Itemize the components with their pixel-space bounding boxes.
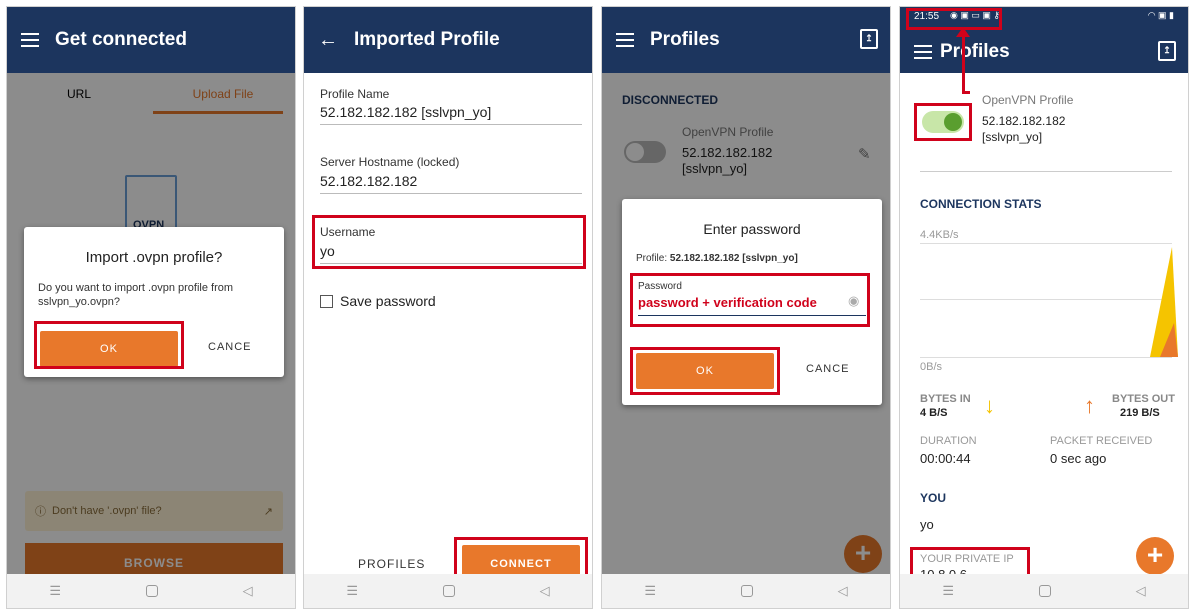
- packet-value: 0 sec ago: [1050, 451, 1107, 466]
- dialog-title: Import .ovpn profile?: [85, 249, 223, 266]
- rate-max-label: 4.4KB/s: [920, 229, 959, 241]
- highlight-ok: [34, 321, 184, 369]
- back-icon[interactable]: ◁: [243, 583, 253, 599]
- system-nav-bar: ☰ ◁: [900, 574, 1188, 608]
- signal-icons: ◠ ▣ ▮: [1147, 10, 1174, 20]
- recents-icon[interactable]: ☰: [346, 583, 358, 599]
- highlight-toggle: [914, 103, 972, 141]
- app-bar: ← Imported Profile: [304, 7, 592, 73]
- page-title: Profiles: [650, 29, 720, 50]
- profiles-button[interactable]: PROFILES: [358, 557, 425, 571]
- back-icon[interactable]: ◁: [838, 583, 848, 599]
- hostname-label: Server Hostname (locked): [320, 155, 460, 169]
- profile-name-label: Profile Name: [320, 87, 390, 101]
- bytes-in-label: BYTES IN: [920, 393, 971, 405]
- arrow-up-icon: ↑: [1084, 393, 1095, 418]
- save-password-checkbox[interactable]: [320, 295, 333, 308]
- back-arrow-icon[interactable]: ←: [318, 29, 338, 52]
- rate-min-label: 0B/s: [920, 361, 943, 373]
- page-title: Get connected: [55, 29, 187, 50]
- home-icon[interactable]: [145, 585, 158, 597]
- packet-label: PACKET RECEIVED: [1050, 435, 1153, 447]
- recents-icon[interactable]: ☰: [49, 583, 61, 599]
- dialog-text: Do you want to import .ovpn profile from…: [38, 282, 234, 308]
- highlight-ok: [630, 347, 780, 395]
- stats-title: CONNECTION STATS: [920, 197, 1042, 211]
- traffic-chart: [1150, 247, 1178, 357]
- app-bar: Profiles ↥: [602, 7, 890, 73]
- import-profile-icon[interactable]: ↥: [860, 29, 878, 49]
- arrow-annotation-head: [956, 27, 970, 37]
- home-icon[interactable]: [740, 585, 753, 597]
- divider: [920, 171, 1172, 172]
- dialog-profile-name: 52.182.182.182 [sslvpn_yo]: [669, 253, 798, 264]
- screen-imported-profile: ← Imported Profile Profile Name 52.182.1…: [303, 6, 593, 609]
- page-title: Profiles: [940, 41, 1010, 62]
- bytes-in-value: 4 B/S: [920, 407, 948, 419]
- cancel-button[interactable]: CANCE: [806, 363, 850, 375]
- screen-profiles-password: Profiles ↥ DISCONNECTED OpenVPN Profile …: [601, 6, 891, 609]
- home-icon[interactable]: [442, 585, 455, 597]
- profile-name: 52.182.182.182 [sslvpn_yo]: [982, 114, 1066, 144]
- highlight-status-bar: [906, 8, 1002, 30]
- duration-label: DURATION: [920, 435, 977, 447]
- add-profile-fab[interactable]: +: [1136, 537, 1174, 575]
- hostname-field: 52.182.182.182: [320, 173, 418, 189]
- save-password-label: Save password: [340, 293, 436, 309]
- system-nav-bar: ☰ ◁: [602, 574, 890, 608]
- arrow-annotation: [962, 29, 965, 93]
- profile-name-input[interactable]: 52.182.182.182 [sslvpn_yo]: [320, 104, 491, 120]
- import-profile-icon[interactable]: ↥: [1158, 41, 1176, 61]
- divider: [320, 124, 582, 125]
- arrow-down-icon: ↓: [984, 393, 995, 418]
- system-nav-bar: ☰ ◁: [304, 574, 592, 608]
- cancel-button[interactable]: CANCE: [208, 341, 252, 353]
- app-bar: Get connected: [7, 7, 295, 73]
- menu-icon[interactable]: [616, 33, 634, 47]
- dialog-profile: Profile: 52.182.182.182 [sslvpn_yo]: [636, 253, 798, 264]
- bytes-out-value: 219 B/S: [1120, 407, 1160, 419]
- you-name: yo: [920, 517, 934, 532]
- back-icon[interactable]: ◁: [540, 583, 550, 599]
- menu-icon[interactable]: [21, 33, 39, 47]
- page-title: Imported Profile: [354, 29, 500, 50]
- recents-icon[interactable]: ☰: [942, 583, 954, 599]
- bytes-out-label: BYTES OUT: [1112, 393, 1175, 405]
- dialog-profile-prefix: Profile:: [636, 253, 670, 264]
- duration-value: 00:00:44: [920, 451, 971, 466]
- screen-get-connected: Get connected URL Upload File OVPN ⓘ Don…: [6, 6, 296, 609]
- home-icon[interactable]: [1038, 585, 1051, 597]
- profile-type: OpenVPN Profile: [982, 93, 1074, 107]
- you-title: YOU: [920, 491, 947, 505]
- divider: [320, 193, 582, 194]
- dialog-title: Enter password: [703, 221, 801, 237]
- highlight-username: [312, 215, 586, 269]
- system-nav-bar: ☰ ◁: [7, 574, 295, 608]
- menu-icon[interactable]: [914, 45, 932, 59]
- recents-icon[interactable]: ☰: [644, 583, 656, 599]
- back-icon[interactable]: ◁: [1136, 583, 1146, 599]
- screen-profiles-connected: Profiles ↥ 21:55 ◉ ▣ ▭ ▣ ⚷ ◠ ▣ ▮ OpenVPN…: [899, 6, 1189, 609]
- arrow-annotation-tail: [962, 91, 970, 94]
- highlight-password: [630, 273, 870, 327]
